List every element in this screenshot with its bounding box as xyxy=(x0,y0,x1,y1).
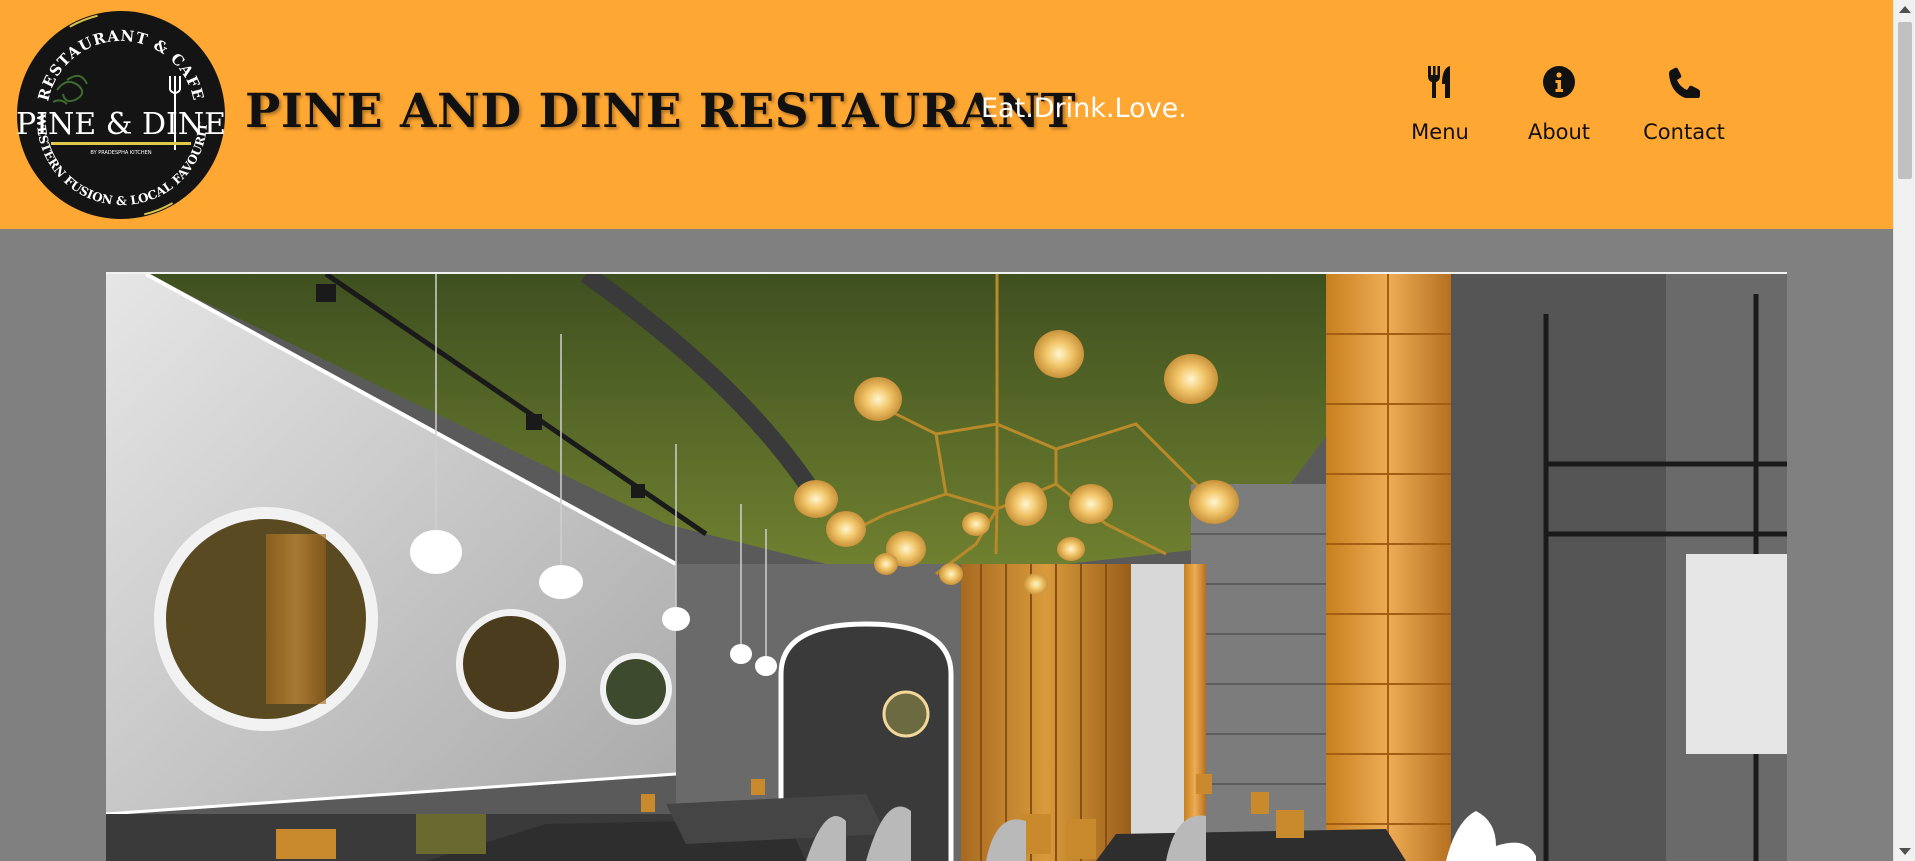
nav-about-link[interactable]: About xyxy=(1514,64,1604,144)
phone-icon xyxy=(1666,64,1702,100)
nav-contact-link[interactable]: Contact xyxy=(1634,64,1734,144)
logo-byline: BY PRADESPHA KITCHEN xyxy=(90,150,151,156)
site-header: RESTAURANT & CAFE PINE & DINE BY PRADESP… xyxy=(0,0,1893,229)
info-circle-icon xyxy=(1541,64,1577,100)
vertical-scrollbar[interactable] xyxy=(1893,0,1915,861)
nav-about-label: About xyxy=(1527,120,1591,144)
main-nav: Menu About Contact xyxy=(1400,64,1734,144)
nav-contact-label: Contact xyxy=(1643,120,1725,144)
nav-menu-link[interactable]: Menu xyxy=(1400,64,1480,144)
utensils-icon xyxy=(1422,64,1458,100)
scroll-thumb[interactable] xyxy=(1898,22,1912,179)
hero-image xyxy=(106,272,1787,861)
site-title: PINE AND DINE RESTAURANT xyxy=(245,84,1077,139)
scroll-down-arrow-icon[interactable] xyxy=(1899,848,1911,855)
nav-menu-label: Menu xyxy=(1411,120,1469,144)
scroll-up-arrow-icon[interactable] xyxy=(1899,6,1911,13)
logo[interactable]: RESTAURANT & CAFE PINE & DINE BY PRADESP… xyxy=(10,0,228,220)
tagline: Eat.Drink.Love. xyxy=(981,93,1187,124)
